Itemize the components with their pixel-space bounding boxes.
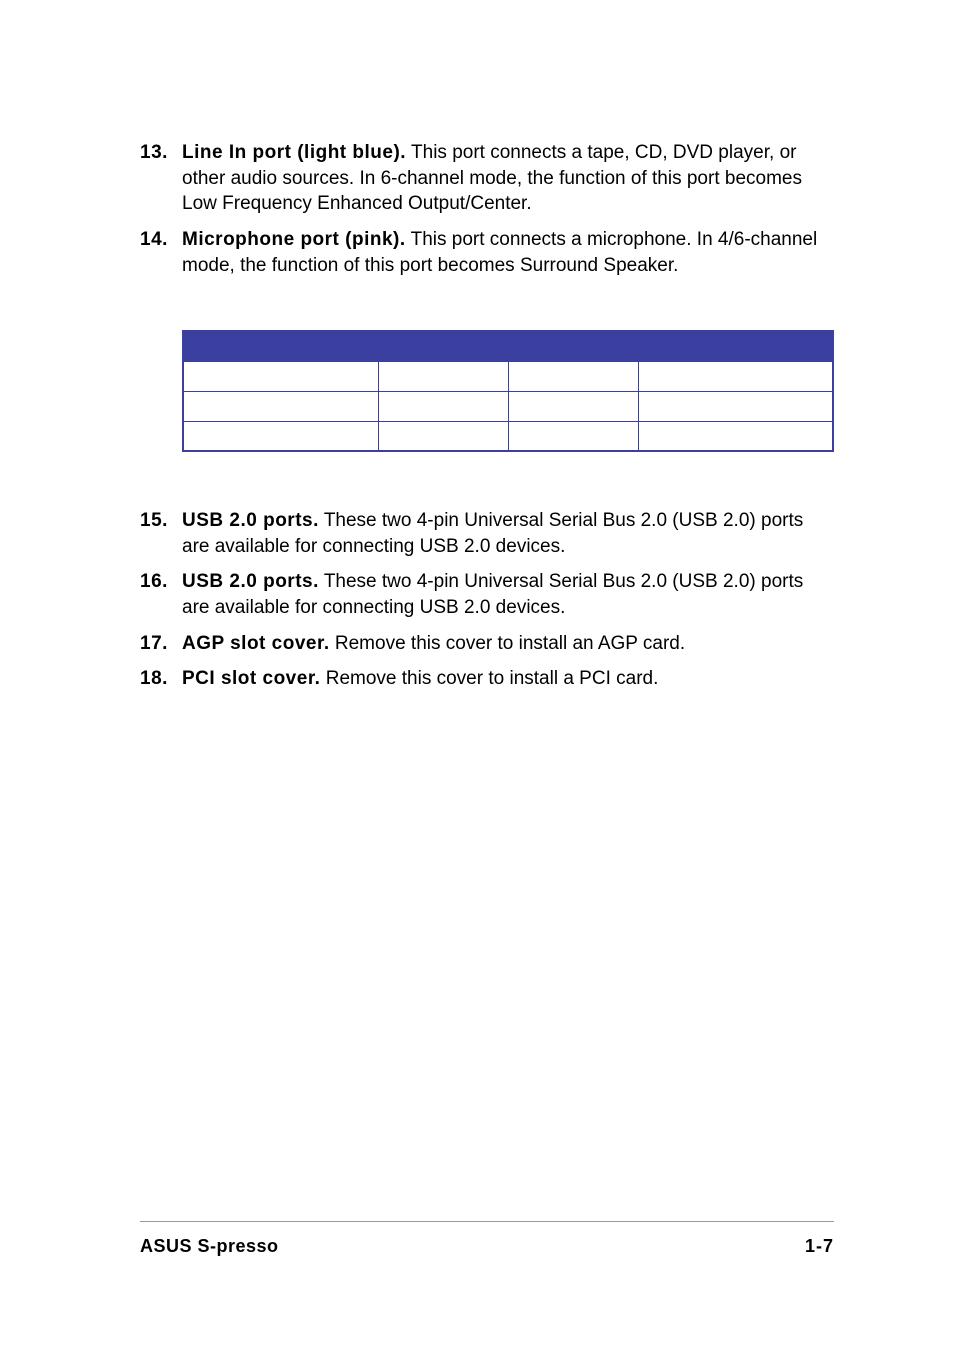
item-title: PCI slot cover. (182, 668, 320, 689)
list-item: 14. Microphone port (pink). This port co… (140, 227, 834, 278)
footer-page-number: 1-7 (805, 1236, 834, 1257)
spacer (140, 452, 834, 508)
page-footer: ASUS S-presso 1-7 (140, 1221, 834, 1257)
table-header-cell (638, 331, 833, 361)
table-cell (508, 421, 638, 451)
list-top: 13. Line In port (light blue). This port… (140, 140, 834, 278)
item-number: 18. (140, 666, 182, 692)
item-title: USB 2.0 ports. (182, 510, 319, 531)
table-cell (183, 421, 378, 451)
table-cell (638, 421, 833, 451)
table-header-cell (508, 331, 638, 361)
table-header-cell (378, 331, 508, 361)
table-cell (183, 361, 378, 391)
list-item: 15. USB 2.0 ports. These two 4-pin Unive… (140, 508, 834, 559)
page: 13. Line In port (light blue). This port… (0, 0, 954, 1351)
table-cell (378, 361, 508, 391)
table-cell (378, 421, 508, 451)
item-number: 14. (140, 227, 182, 278)
table-row (183, 421, 833, 451)
table-cell (508, 391, 638, 421)
table-cell (508, 361, 638, 391)
list-item: 17. AGP slot cover. Remove this cover to… (140, 631, 834, 657)
item-desc-text: Remove this cover to install an AGP card… (335, 633, 685, 654)
list-item: 13. Line In port (light blue). This port… (140, 140, 834, 217)
table-header-row (183, 331, 833, 361)
table-cell (378, 391, 508, 421)
audio-config-table-wrap (182, 330, 834, 452)
item-title: USB 2.0 ports. (182, 571, 319, 592)
item-number: 15. (140, 508, 182, 559)
table-cell (638, 361, 833, 391)
table-header-cell (183, 331, 378, 361)
audio-config-table (182, 330, 834, 452)
table-row (183, 391, 833, 421)
item-number: 13. (140, 140, 182, 217)
footer-product: ASUS S-presso (140, 1236, 279, 1257)
table-row (183, 361, 833, 391)
table-cell (638, 391, 833, 421)
item-desc-text: Remove this cover to install a PCI card. (326, 668, 659, 689)
item-number: 16. (140, 569, 182, 620)
item-title: Microphone port (pink). (182, 229, 406, 250)
table-cell (183, 391, 378, 421)
item-title: AGP slot cover. (182, 633, 330, 654)
item-title: Line In port (light blue). (182, 142, 406, 163)
list-item: 16. USB 2.0 ports. These two 4-pin Unive… (140, 569, 834, 620)
spacer (140, 288, 834, 330)
list-item: 18. PCI slot cover. Remove this cover to… (140, 666, 834, 692)
list-bottom: 15. USB 2.0 ports. These two 4-pin Unive… (140, 508, 834, 692)
footer-rule (140, 1221, 834, 1222)
item-number: 17. (140, 631, 182, 657)
